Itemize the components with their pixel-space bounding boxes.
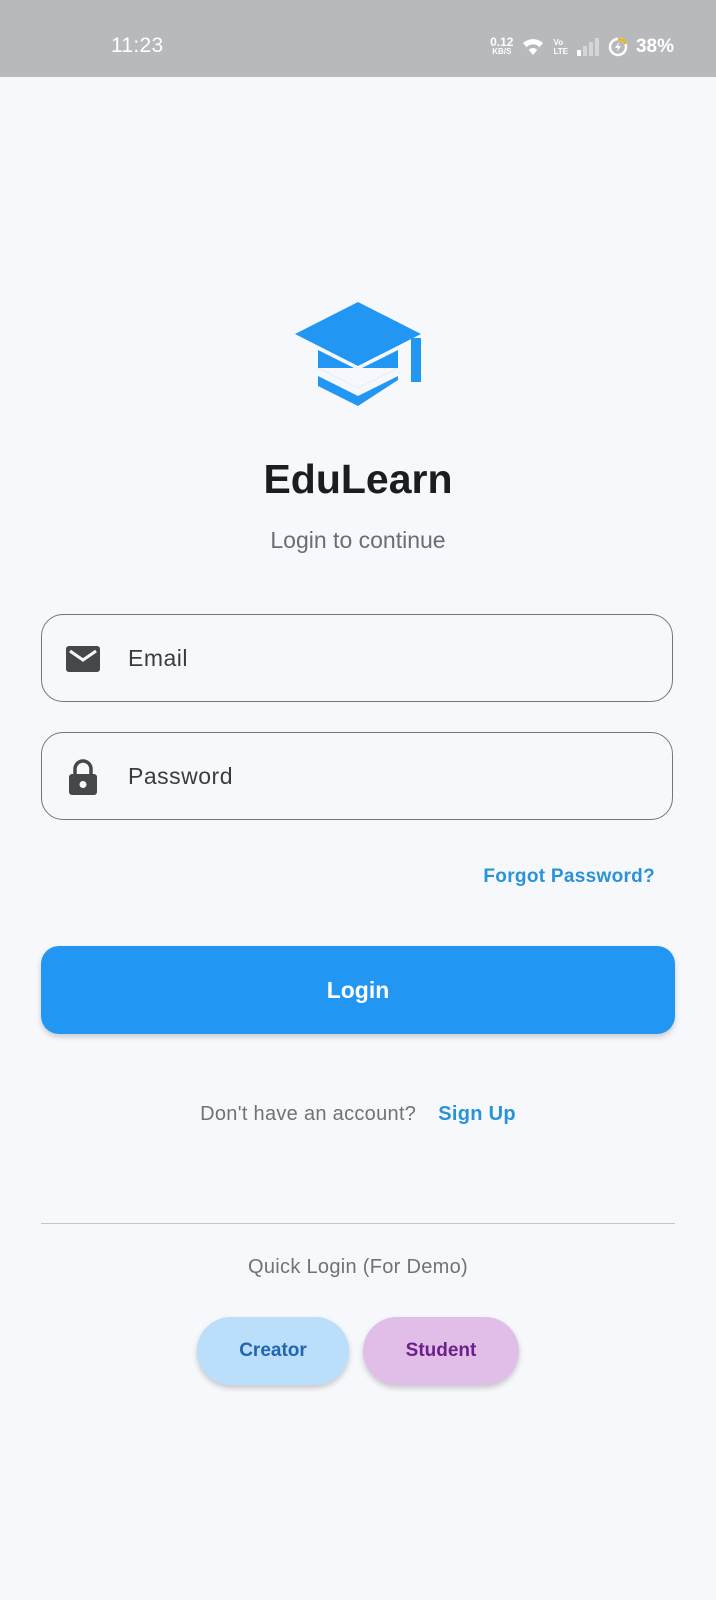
status-bar: 11:23 0.12 KB/S Vo LTE 38% (0, 0, 716, 77)
status-time: 11:23 (111, 34, 164, 57)
password-input[interactable] (128, 733, 648, 819)
network-speed-unit: KB/S (492, 47, 512, 56)
creator-quick-login-button[interactable]: Creator (197, 1317, 349, 1385)
lock-icon (69, 759, 97, 795)
login-button[interactable]: Login (41, 946, 675, 1034)
volte-bottom: LTE (553, 47, 568, 56)
volte-top: Vo (553, 38, 564, 47)
signup-link[interactable]: Sign Up (438, 1103, 516, 1126)
email-field[interactable] (41, 614, 673, 702)
network-speed-value: 0.12 (490, 35, 514, 49)
signup-prompt: Don't have an account? (200, 1103, 417, 1125)
wifi-icon (523, 39, 544, 55)
network-speed: 0.12 KB/S (490, 35, 514, 57)
forgot-password-link[interactable]: Forgot Password? (483, 866, 655, 888)
student-quick-login-button[interactable]: Student (363, 1317, 519, 1385)
quick-login-title: Quick Login (For Demo) (248, 1256, 468, 1278)
volte-indicator: Vo LTE (553, 38, 568, 56)
graduation-cap-icon (295, 302, 421, 406)
app-title: EduLearn (263, 456, 453, 502)
divider (41, 1223, 675, 1224)
status-indicators: 0.12 KB/S Vo LTE 38% (490, 34, 674, 60)
login-subtitle: Login to continue (270, 527, 446, 553)
battery-icon (608, 37, 628, 57)
signal-icon (576, 38, 599, 56)
signup-row: Don't have an account? Sign Up (0, 1103, 716, 1126)
email-input[interactable] (128, 615, 648, 701)
email-icon (66, 646, 100, 672)
password-field[interactable] (41, 732, 673, 820)
battery-percent: 38% (635, 36, 674, 57)
